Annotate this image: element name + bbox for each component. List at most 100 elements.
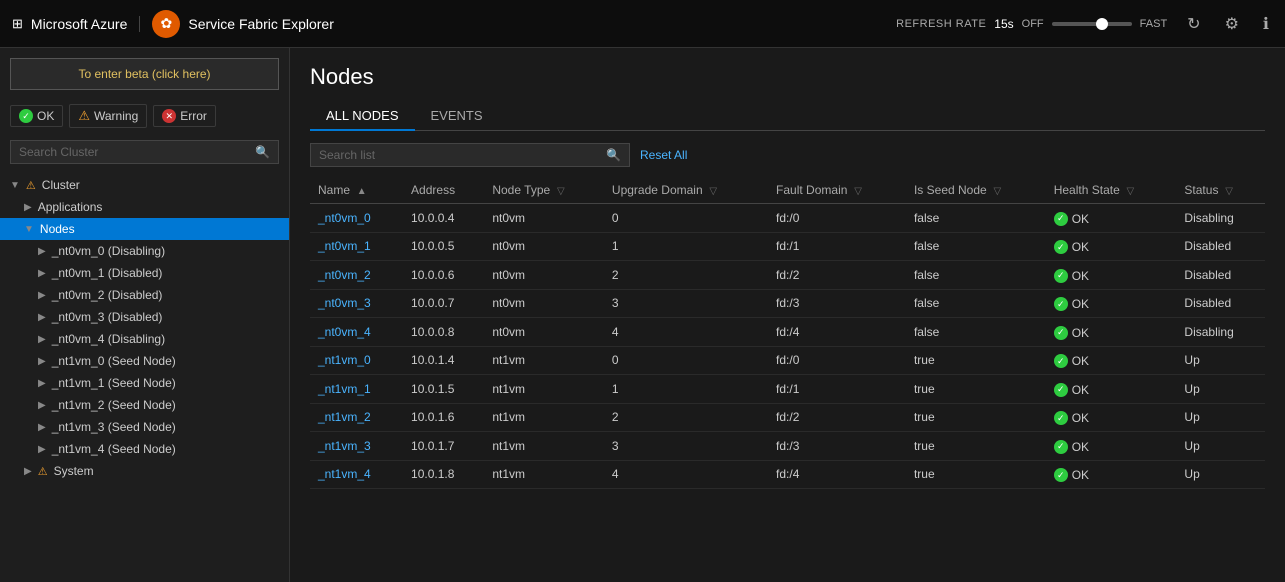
sidebar-item-nodes[interactable]: ▼Nodes: [0, 218, 289, 240]
refresh-label: REFRESH RATE: [896, 18, 986, 30]
cell-fault-domain: fd:/3: [768, 289, 906, 318]
settings-icon[interactable]: ⚙: [1221, 10, 1243, 38]
sidebar-item-nt1vm1[interactable]: ▶ _nt1vm_1 (Seed Node): [0, 372, 289, 394]
sidebar-item-cluster[interactable]: ▼⚠Cluster: [0, 174, 289, 196]
info-icon[interactable]: ℹ: [1259, 10, 1273, 38]
cell-fault-domain: fd:/1: [768, 375, 906, 404]
table-row: _nt1vm_110.0.1.5nt1vm1fd:/1true✓OKUp: [310, 375, 1265, 404]
table-row: _nt0vm_210.0.0.6nt0vm2fd:/2false✓OKDisab…: [310, 261, 1265, 290]
sidebar-item-nt1vm4[interactable]: ▶_nt1vm_4 (Seed Node): [0, 438, 289, 460]
filter-icon: ▽: [1222, 186, 1232, 197]
table-search-input[interactable]: [319, 148, 600, 162]
health-ok-icon: ✓: [1054, 383, 1068, 397]
sidebar-item-system[interactable]: ▶⚠System: [0, 460, 289, 482]
sidebar-item-nt0vm0[interactable]: ▶_nt0vm_0 (Disabling): [0, 240, 289, 262]
node-name-link[interactable]: _nt1vm_0: [318, 353, 371, 367]
cell-health-state: ✓OK: [1046, 318, 1177, 347]
warning-triangle-icon: ⚠: [78, 108, 90, 124]
refresh-control: REFRESH RATE 15s OFF FAST: [896, 17, 1167, 31]
filter-icon: ▽: [991, 186, 1001, 197]
beta-banner[interactable]: To enter beta (click here): [10, 58, 279, 90]
node-name-link[interactable]: _nt0vm_2: [318, 268, 371, 282]
health-badge: ✓OK: [1054, 440, 1089, 454]
cell-is-seed-node: true: [906, 403, 1046, 432]
cell-node-type: nt0vm: [484, 232, 604, 261]
app-title: Service Fabric Explorer: [188, 16, 334, 32]
table-row: _nt1vm_010.0.1.4nt1vm0fd:/0true✓OKUp: [310, 346, 1265, 375]
col-header-address[interactable]: Address: [403, 177, 484, 204]
status-ok-button[interactable]: ✓ OK: [10, 105, 63, 127]
cell-health-state: ✓OK: [1046, 232, 1177, 261]
status-error-button[interactable]: ✕ Error: [153, 105, 216, 127]
node-name-link[interactable]: _nt0vm_3: [318, 296, 371, 310]
sidebar-item-nt0vm2[interactable]: ▶_nt0vm_2 (Disabled): [0, 284, 289, 306]
refresh-icon[interactable]: ↻: [1183, 10, 1204, 38]
cell-upgrade-domain: 4: [604, 460, 768, 489]
cell-is-seed-node: true: [906, 460, 1046, 489]
col-header-is-seed-node[interactable]: Is Seed Node ▽: [906, 177, 1046, 204]
col-header-fault-domain[interactable]: Fault Domain ▽: [768, 177, 906, 204]
col-header-upgrade-domain[interactable]: Upgrade Domain ▽: [604, 177, 768, 204]
chevron-icon: ▶: [38, 444, 46, 455]
health-ok-icon: ✓: [1054, 440, 1068, 454]
cell-node-type: nt1vm: [484, 460, 604, 489]
node-name-link[interactable]: _nt1vm_4: [318, 467, 371, 481]
col-header-node-type[interactable]: Node Type ▽: [484, 177, 604, 204]
cell-status: Up: [1176, 346, 1265, 375]
cell-address: 10.0.1.8: [403, 460, 484, 489]
cell-name: _nt1vm_2: [310, 403, 403, 432]
health-ok-icon: ✓: [1054, 212, 1068, 226]
node-name-link[interactable]: _nt1vm_2: [318, 410, 371, 424]
chevron-icon: ▶: [38, 422, 46, 433]
search-cluster-input[interactable]: [19, 145, 249, 159]
sidebar-item-label: _nt1vm_1 (Seed Node): [52, 376, 176, 390]
cell-health-state: ✓OK: [1046, 375, 1177, 404]
cell-is-seed-node: true: [906, 375, 1046, 404]
status-warning-button[interactable]: ⚠ Warning: [69, 104, 147, 128]
status-ok-label: OK: [37, 109, 54, 123]
sidebar-item-applications[interactable]: ▶Applications: [0, 196, 289, 218]
sidebar-item-label: _nt1vm_0 (Seed Node): [52, 354, 176, 368]
cell-health-state: ✓OK: [1046, 289, 1177, 318]
cell-name: _nt0vm_1: [310, 232, 403, 261]
table-search-icon: 🔍: [606, 148, 621, 162]
cell-name: _nt1vm_0: [310, 346, 403, 375]
sidebar-item-nt0vm3[interactable]: ▶_nt0vm_3 (Disabled): [0, 306, 289, 328]
chevron-icon: ▶: [38, 378, 46, 389]
node-name-link[interactable]: _nt0vm_1: [318, 239, 371, 253]
cell-upgrade-domain: 4: [604, 318, 768, 347]
refresh-slider[interactable]: [1052, 22, 1132, 26]
sidebar-item-nt0vm1[interactable]: ▶_nt0vm_1 (Disabled): [0, 262, 289, 284]
col-header-health-state[interactable]: Health State ▽: [1046, 177, 1177, 204]
filter-icon: ▽: [707, 186, 717, 197]
cell-upgrade-domain: 1: [604, 232, 768, 261]
cell-upgrade-domain: 0: [604, 204, 768, 233]
cell-health-state: ✓OK: [1046, 432, 1177, 461]
cell-fault-domain: fd:/2: [768, 403, 906, 432]
node-name-link[interactable]: _nt1vm_1: [318, 382, 371, 396]
cell-fault-domain: fd:/0: [768, 204, 906, 233]
reset-all-button[interactable]: Reset All: [640, 148, 687, 162]
sidebar-item-nt1vm0[interactable]: ▶_nt1vm_0 (Seed Node): [0, 350, 289, 372]
sidebar-tree: ▼⚠Cluster▶Applications▼Nodes▶_nt0vm_0 (D…: [0, 170, 289, 582]
col-header-name[interactable]: Name ▲: [310, 177, 403, 204]
node-name-link[interactable]: _nt1vm_3: [318, 439, 371, 453]
sidebar-item-nt1vm3[interactable]: ▶_nt1vm_3 (Seed Node): [0, 416, 289, 438]
cell-upgrade-domain: 0: [604, 346, 768, 375]
health-ok-icon: ✓: [1054, 240, 1068, 254]
col-header-status[interactable]: Status ▽: [1176, 177, 1265, 204]
tab-all-nodes[interactable]: ALL NODES: [310, 102, 415, 131]
cell-upgrade-domain: 3: [604, 432, 768, 461]
tab-events[interactable]: EVENTS: [415, 102, 499, 131]
cell-status: Up: [1176, 432, 1265, 461]
cell-fault-domain: fd:/3: [768, 432, 906, 461]
sidebar-item-nt1vm2[interactable]: ▶_nt1vm_2 (Seed Node): [0, 394, 289, 416]
sidebar-item-label: _nt0vm_0 (Disabling): [52, 244, 165, 258]
slider-thumb: [1096, 18, 1108, 30]
sidebar-item-label: Nodes: [40, 222, 75, 236]
cell-is-seed-node: false: [906, 232, 1046, 261]
health-badge: ✓OK: [1054, 326, 1089, 340]
sidebar-item-nt0vm4[interactable]: ▶_nt0vm_4 (Disabling): [0, 328, 289, 350]
node-name-link[interactable]: _nt0vm_4: [318, 325, 371, 339]
node-name-link[interactable]: _nt0vm_0: [318, 211, 371, 225]
